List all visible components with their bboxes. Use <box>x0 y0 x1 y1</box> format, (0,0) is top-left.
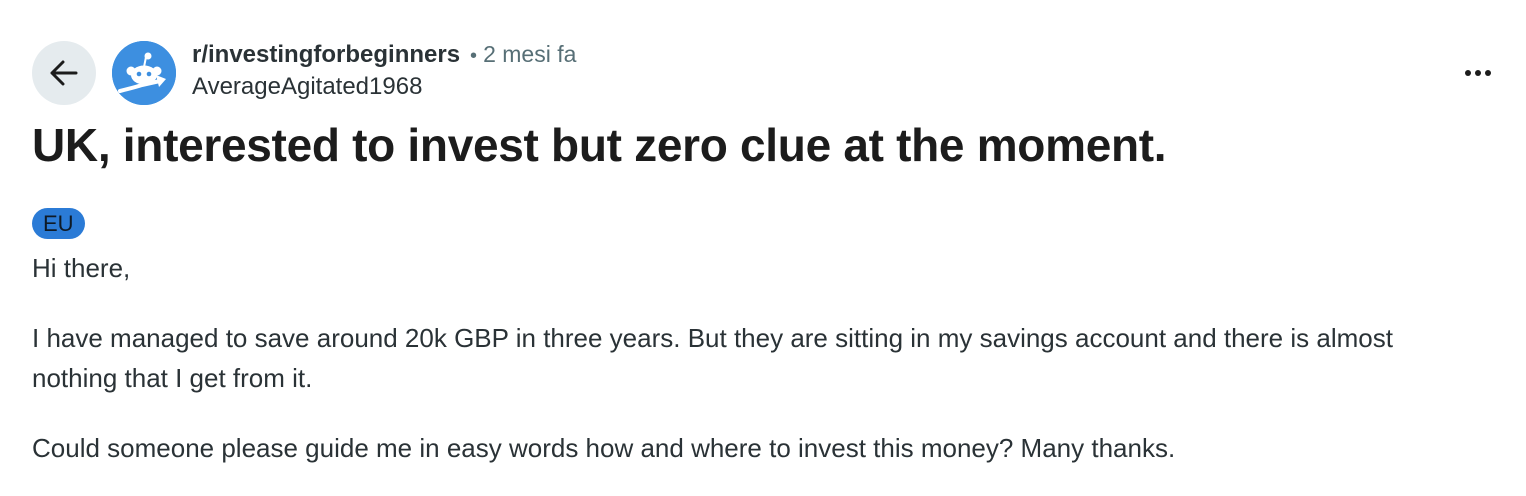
more-options-button[interactable] <box>1458 56 1498 90</box>
post-title: UK, interested to invest but zero clue a… <box>32 119 1167 171</box>
post-paragraph: I have managed to save around 20k GBP in… <box>32 323 1393 393</box>
subreddit-avatar-icon <box>112 41 176 105</box>
subreddit-avatar[interactable] <box>112 41 176 105</box>
author-link[interactable]: AverageAgitated1968 <box>192 75 576 99</box>
subreddit-link[interactable]: r/investingforbeginners <box>192 43 460 67</box>
post-meta: r/investingforbeginners • 2 mesi fa Aver… <box>192 43 576 99</box>
post-flair[interactable]: EU <box>32 208 85 239</box>
arrow-left-icon <box>50 60 78 86</box>
back-button[interactable] <box>32 41 96 105</box>
post-paragraph: Could someone please guide me in easy wo… <box>32 433 1176 463</box>
post-paragraph: Hi there, <box>32 253 131 283</box>
post-timestamp: 2 mesi fa <box>483 41 577 67</box>
post-body: Hi there, I have managed to save around … <box>32 248 1472 468</box>
meta-separator: • <box>470 45 478 67</box>
more-options-icon <box>1465 70 1491 76</box>
post-page: r/investingforbeginners • 2 mesi fa Aver… <box>0 0 1526 496</box>
